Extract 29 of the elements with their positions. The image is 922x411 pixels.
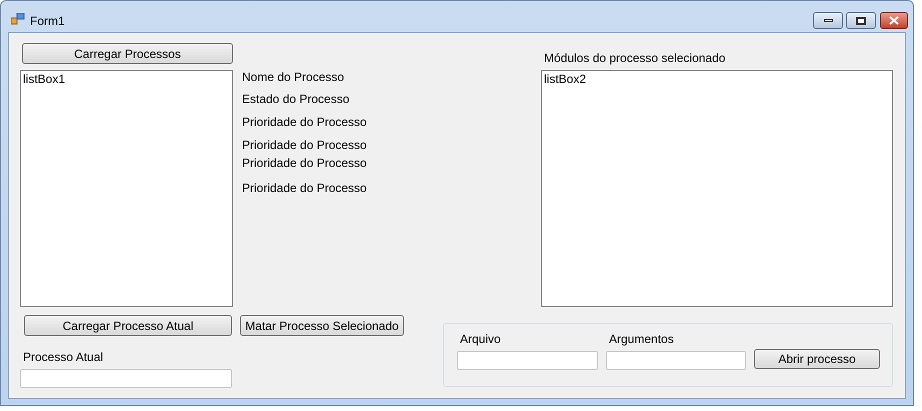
- process-info-label: Nome do Processo: [242, 70, 344, 84]
- minimize-button[interactable]: [813, 12, 843, 29]
- process-info-label: Prioridade do Processo: [242, 138, 367, 152]
- process-info-label: Estado do Processo: [242, 92, 350, 106]
- file-label: Arquivo: [460, 332, 501, 346]
- kill-process-button[interactable]: Matar Processo Selecionado: [240, 315, 404, 336]
- arguments-label: Argumentos: [609, 332, 674, 346]
- minimize-icon: [824, 19, 832, 22]
- file-field[interactable]: [457, 351, 598, 370]
- modules-label: Módulos do processo selecionado: [544, 51, 726, 65]
- list-box[interactable]: listBox1: [20, 70, 233, 307]
- load-current-button[interactable]: Carregar Processo Atual: [24, 315, 232, 336]
- maximize-icon: [856, 16, 866, 24]
- close-button[interactable]: [880, 12, 908, 29]
- current-process-label: Processo Atual: [23, 350, 104, 364]
- list-item[interactable]: listBox1: [23, 71, 230, 87]
- open-process-button[interactable]: Abrir processo: [754, 349, 880, 369]
- process-info-label: Prioridade do Processo: [242, 115, 367, 129]
- list-item[interactable]: listBox2: [544, 71, 890, 87]
- current-process-field[interactable]: [20, 369, 232, 388]
- process-info-label: Prioridade do Processo: [242, 156, 367, 170]
- list-box[interactable]: listBox2: [541, 70, 893, 307]
- app-icon: [11, 13, 25, 25]
- maximize-button[interactable]: [846, 12, 876, 29]
- arguments-field[interactable]: [606, 351, 746, 370]
- load-processes-button[interactable]: Carregar Processos: [22, 43, 233, 64]
- window-title: Form1: [30, 13, 65, 30]
- close-icon: [889, 16, 899, 25]
- process-info-label: Prioridade do Processo: [242, 181, 367, 195]
